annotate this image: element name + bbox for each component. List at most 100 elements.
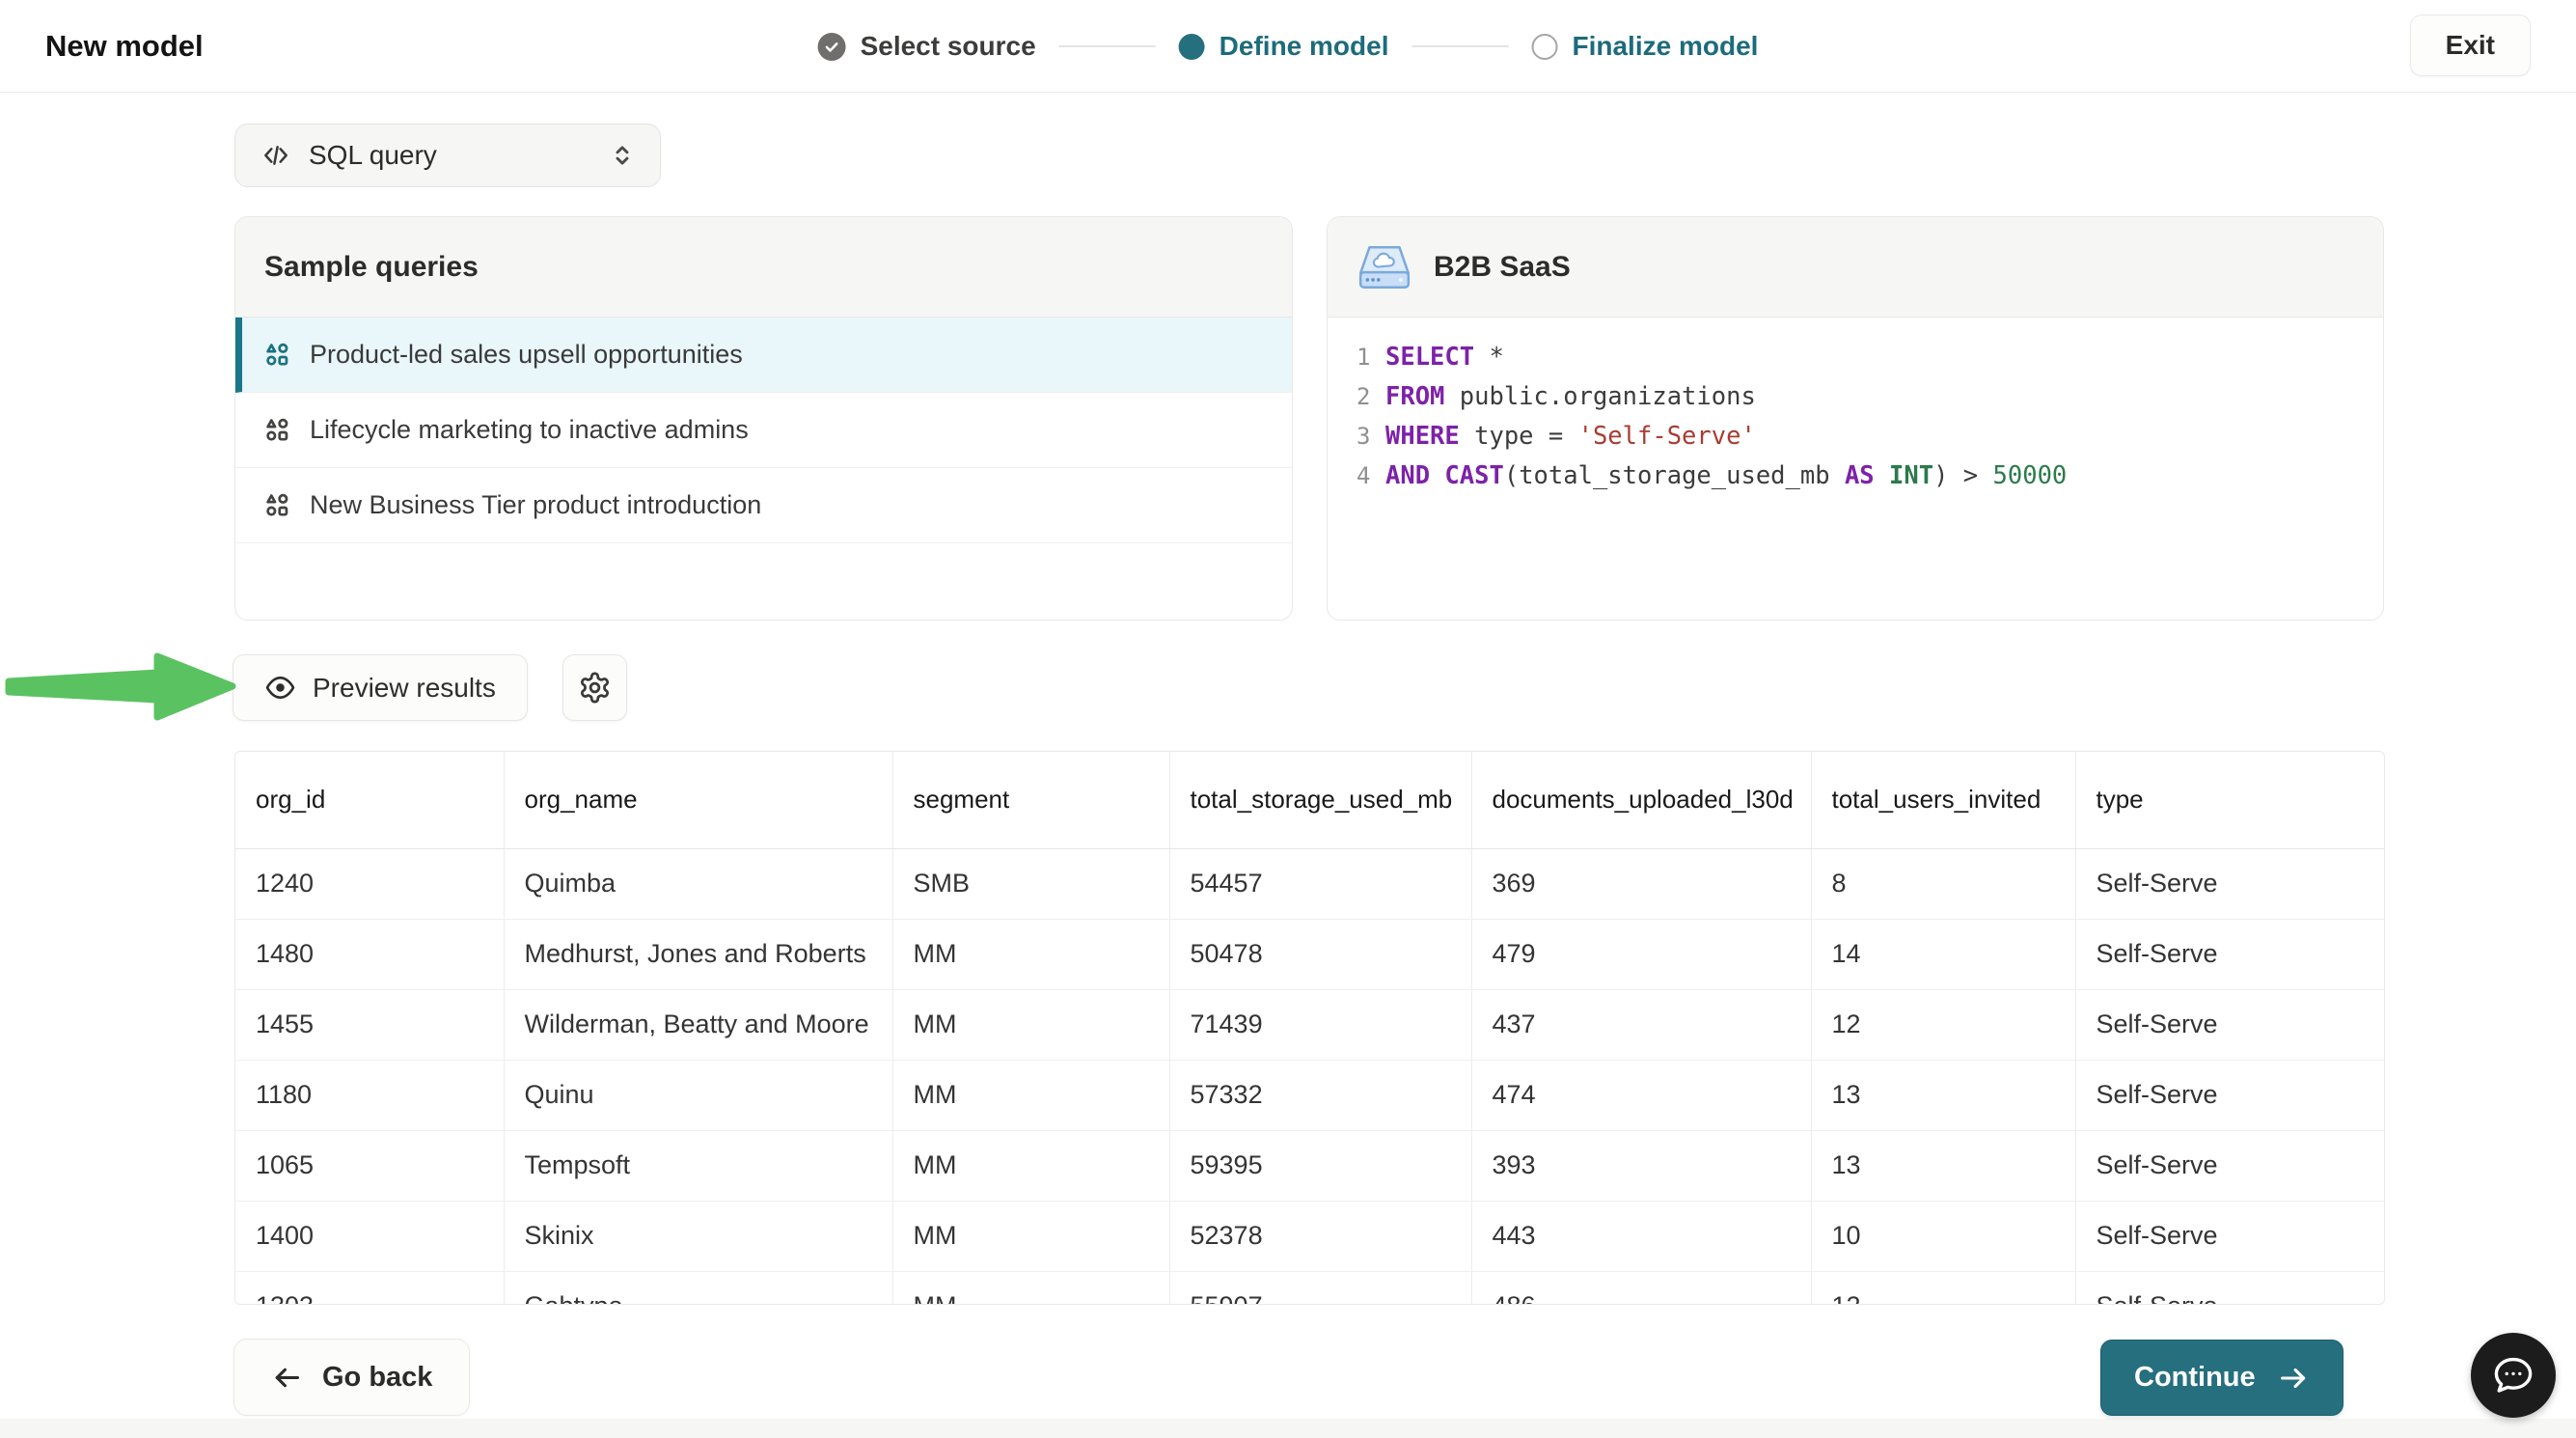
table-cell: MM [892,1201,1169,1271]
table-cell: 13 [1811,1130,2075,1201]
continue-button[interactable]: Continue [2100,1340,2343,1416]
sample-query-item[interactable]: Lifecycle marketing to inactive admins [235,393,1292,468]
results-table: org_idorg_namesegmenttotal_storage_used_… [235,752,2384,1305]
table-cell: 12 [1811,1271,2075,1305]
query-panel-title: B2B SaaS [1434,251,1571,284]
chevron-up-down-icon [608,141,637,170]
code-text: AND CAST(total_storage_used_mb AS INT) >… [1372,461,2067,490]
sample-query-item[interactable]: Product-led sales upsell opportunities [235,318,1292,393]
table-cell: 1180 [235,1060,504,1130]
table-cell: Self-Serve [2075,1201,2384,1271]
go-back-button[interactable]: Go back [233,1339,470,1416]
chat-widget-button[interactable] [2471,1333,2556,1418]
column-header-segment: segment [892,752,1169,848]
sample-queries-header: Sample queries [235,217,1292,318]
code-text: SELECT * [1372,343,1504,372]
model-type-dropdown[interactable]: SQL query [234,124,661,187]
table-cell: 1065 [235,1130,504,1201]
table-cell: 479 [1471,919,1811,989]
table-cell: 13 [1811,1060,2075,1130]
table-cell: MM [892,1060,1169,1130]
table-cell: 8 [1811,848,2075,919]
table-cell: 437 [1471,989,1811,1060]
table-cell: Medhurst, Jones and Roberts [504,919,892,989]
arrow-right-icon [2277,1362,2310,1395]
sample-queries-panel: Sample queries Product-led sales upsell … [234,216,1293,621]
table-cell: 59395 [1169,1130,1471,1201]
code-line: 4AND CAST(total_storage_used_mb AS INT) … [1328,461,2383,501]
step-complete-check-icon [818,33,846,61]
table-cell: 1240 [235,848,504,919]
line-number: 3 [1328,423,1372,450]
table-cell: Self-Serve [2075,848,2384,919]
cloud-drive-icon [1357,239,1412,295]
table-cell: MM [892,989,1169,1060]
table-cell: Quinu [504,1060,892,1130]
table-cell: 54457 [1169,848,1471,919]
table-cell: Self-Serve [2075,1271,2384,1305]
table-row: 1400SkinixMM5237844310Self-Serve [235,1201,2384,1271]
table-cell: 1480 [235,919,504,989]
table-row: 1240QuimbaSMB544573698Self-Serve [235,848,2384,919]
table-row: 1303GabtypeMM5590748612Self-Serve [235,1271,2384,1305]
shapes-icon [264,417,290,443]
code-line: 3WHERE type = 'Self-Serve' [1328,422,2383,461]
page-title: New model [45,29,204,64]
sample-query-label: Lifecycle marketing to inactive admins [310,415,749,445]
step-connector-line [1059,45,1156,47]
query-settings-button[interactable] [562,654,627,721]
table-cell: 474 [1471,1060,1811,1130]
query-panel: B2B SaaS 1SELECT *2FROM public.organizat… [1327,216,2384,621]
table-cell: Skinix [504,1201,892,1271]
code-line: 1SELECT * [1328,343,2383,382]
column-header-org_name: org_name [504,752,892,848]
wizard-step-define-model[interactable]: Define model [1179,31,1389,62]
column-header-org_id: org_id [235,752,504,848]
wizard-step-select-source[interactable]: Select source [818,31,1036,62]
continue-label: Continue [2134,1362,2256,1394]
sample-query-label: New Business Tier product introduction [310,490,761,520]
wizard-step-finalize-model[interactable]: Finalize model [1531,31,1758,62]
table-cell: Wilderman, Beatty and Moore [504,989,892,1060]
table-cell: 52378 [1169,1201,1471,1271]
table-cell: SMB [892,848,1169,919]
column-header-total_users_invited: total_users_invited [1811,752,2075,848]
table-row: 1065TempsoftMM5939539313Self-Serve [235,1130,2384,1201]
shapes-icon [264,342,290,368]
shapes-icon [264,492,290,518]
new-model-page: { "header": { "title": "New model", "exi… [0,0,2576,1438]
table-cell: 50478 [1169,919,1471,989]
table-cell: Self-Serve [2075,989,2384,1060]
table-cell: 14 [1811,919,2075,989]
sample-query-item[interactable]: New Business Tier product introduction [235,468,1292,543]
results-table-container: org_idorg_namesegmenttotal_storage_used_… [234,751,2385,1305]
step-upcoming-circle-icon [1531,34,1557,60]
code-text: WHERE type = 'Self-Serve' [1372,422,1756,451]
sample-queries-list: Product-led sales upsell opportunities L… [235,318,1292,543]
line-number: 4 [1328,462,1372,489]
table-cell: 486 [1471,1271,1811,1305]
green-pointer-arrow [5,649,236,731]
model-type-value: SQL query [309,140,590,171]
sample-queries-title: Sample queries [264,251,479,284]
column-header-type: type [2075,752,2384,848]
table-cell: 55907 [1169,1271,1471,1305]
exit-button[interactable]: Exit [2410,14,2531,76]
table-cell: Gabtype [504,1271,892,1305]
gear-icon [578,671,612,705]
preview-results-button[interactable]: Preview results [233,654,528,721]
sample-query-label: Product-led sales upsell opportunities [310,340,743,370]
page-bottom-strip [0,1419,2576,1438]
step-label: Define model [1219,31,1389,62]
code-text: FROM public.organizations [1372,382,1756,411]
column-header-documents_uploaded_l30d: documents_uploaded_l30d [1471,752,1811,848]
table-cell: 1400 [235,1201,504,1271]
go-back-label: Go back [322,1362,432,1394]
code-icon [260,140,291,171]
chat-bubble-icon [2490,1352,2536,1398]
top-bar: New model Select source Define model Fin… [0,0,2576,93]
step-active-dot-icon [1179,34,1205,60]
table-cell: 1303 [235,1271,504,1305]
table-cell: 443 [1471,1201,1811,1271]
step-label: Select source [861,31,1036,62]
